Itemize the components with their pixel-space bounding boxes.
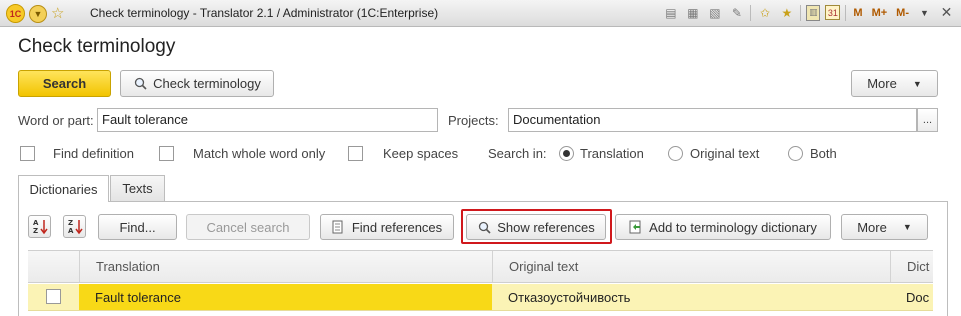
m-plus-icon[interactable]: M+ <box>870 4 890 21</box>
add-to-dictionary-label: Add to terminology dictionary <box>649 219 817 235</box>
chevron-down-icon: ▼ <box>912 78 922 89</box>
sort-ascending-button[interactable]: AZ <box>28 215 51 238</box>
check-terminology-label: Check terminology <box>153 76 261 91</box>
tab-dictionaries[interactable]: Dictionaries <box>18 175 109 202</box>
svg-text:Z: Z <box>33 227 38 235</box>
row-checkbox[interactable] <box>46 289 61 304</box>
show-references-button[interactable]: Show references <box>466 214 606 240</box>
sort-descending-icon: ZA <box>67 218 83 235</box>
column-dictionary-label: Dict <box>907 259 930 274</box>
sort-ascending-icon: AZ <box>32 218 48 235</box>
panel-more-button[interactable]: More ▼ <box>841 214 928 240</box>
print-preview-icon[interactable]: ▧ <box>706 4 723 21</box>
menu-dropdown-icon[interactable]: ▼ <box>916 4 933 21</box>
references-icon <box>332 220 346 234</box>
cancel-search-button[interactable]: Cancel search <box>186 214 310 240</box>
add-favorite-icon[interactable]: ✩ <box>756 4 773 21</box>
projects-input[interactable]: Documentation <box>508 108 917 132</box>
toolbar-separator <box>750 4 752 21</box>
find-button-label: Find... <box>119 219 156 235</box>
radio-original-text-label: Original text <box>690 146 760 161</box>
projects-input-value: Documentation <box>513 112 601 127</box>
match-whole-word-label: Match whole word only <box>193 146 326 161</box>
show-references-label: Show references <box>497 219 595 235</box>
m-icon[interactable]: M <box>851 4 864 21</box>
column-header-translation[interactable]: Translation <box>79 251 492 282</box>
radio-original-text[interactable] <box>668 146 683 161</box>
panel-more-label: More <box>857 219 887 235</box>
add-dictionary-icon <box>629 220 643 234</box>
calendar-icon[interactable]: 31 <box>825 5 841 20</box>
grid-header: Translation Original text Dict <box>28 250 933 283</box>
find-definition-checkbox[interactable] <box>20 146 35 161</box>
favorites-icon[interactable]: ★ <box>778 4 795 21</box>
print-icon[interactable]: ▦ <box>684 4 701 21</box>
tab-texts-label: Texts <box>122 181 153 196</box>
keep-spaces-checkbox[interactable] <box>348 146 363 161</box>
radio-translation-label: Translation <box>580 146 644 161</box>
find-definition-label: Find definition <box>53 146 134 161</box>
search-button[interactable]: Search <box>18 70 111 97</box>
word-input[interactable]: Fault tolerance <box>97 108 438 132</box>
column-header-dictionary[interactable]: Dict <box>890 251 933 282</box>
page-title: Check terminology <box>18 36 176 57</box>
projects-label: Projects: <box>448 113 499 128</box>
word-label: Word or part: <box>18 113 94 128</box>
find-button[interactable]: Find... <box>98 214 177 240</box>
toolbar-separator <box>800 4 802 21</box>
search-button-label: Search <box>42 76 87 91</box>
cell-original[interactable]: Отказоустойчивость <box>492 284 890 310</box>
cell-original-text: Отказоустойчивость <box>508 289 631 305</box>
svg-text:A: A <box>33 219 39 227</box>
cell-translation[interactable]: Fault tolerance <box>79 284 492 310</box>
more-button[interactable]: More ▼ <box>851 70 938 97</box>
toolbar-separator <box>845 4 847 21</box>
search-in-label: Search in: <box>488 146 547 161</box>
title-bar: 1С ▼ ☆ Check terminology - Translator 2.… <box>0 0 961 27</box>
radio-both-label: Both <box>810 146 837 161</box>
word-input-value: Fault tolerance <box>102 112 188 127</box>
radio-both[interactable] <box>788 146 803 161</box>
add-to-dictionary-button[interactable]: Add to terminology dictionary <box>615 214 831 240</box>
panel-right-edge <box>948 250 961 316</box>
column-translation-label: Translation <box>96 259 160 274</box>
m-minus-icon[interactable]: M- <box>894 4 911 21</box>
calculator-icon[interactable]: ▥ <box>806 4 821 21</box>
projects-select-button[interactable]: ... <box>917 108 938 132</box>
cell-dictionary-text: Doc <box>906 289 930 305</box>
window-title: Check terminology - Translator 2.1 / Adm… <box>90 6 439 20</box>
close-icon[interactable]: ✕ <box>938 4 955 21</box>
magnifier-icon <box>477 220 491 234</box>
tab-texts[interactable]: Texts <box>110 175 165 201</box>
more-button-label: More <box>867 76 897 91</box>
grid-header-check <box>28 251 79 282</box>
check-terminology-button[interactable]: Check terminology <box>120 70 274 97</box>
find-references-label: Find references <box>351 219 443 235</box>
find-references-button[interactable]: Find references <box>320 214 454 240</box>
match-whole-word-checkbox[interactable] <box>159 146 174 161</box>
magnifier-icon <box>133 77 147 91</box>
keep-spaces-label: Keep spaces <box>383 146 459 161</box>
favorite-star-icon[interactable]: ☆ <box>51 5 64 23</box>
cell-dictionary[interactable]: Doc <box>890 284 933 310</box>
cell-translation-text: Fault tolerance <box>95 289 181 305</box>
save-icon[interactable]: ▤ <box>662 4 679 21</box>
app-logo-icon[interactable]: 1С <box>6 4 25 23</box>
column-original-label: Original text <box>509 259 579 274</box>
column-header-original[interactable]: Original text <box>492 251 890 282</box>
sort-descending-button[interactable]: ZA <box>63 215 86 238</box>
cancel-search-label: Cancel search <box>206 219 290 235</box>
radio-translation[interactable] <box>559 146 574 161</box>
attachment-icon[interactable]: ✎ <box>728 4 745 21</box>
main-menu-icon[interactable]: ▼ <box>29 4 47 23</box>
tab-dictionaries-label: Dictionaries <box>29 181 98 197</box>
table-row[interactable]: Fault tolerance Отказоустойчивость Doc <box>28 284 933 311</box>
svg-text:Z: Z <box>68 219 73 227</box>
chevron-down-icon: ▼ <box>902 222 912 232</box>
svg-text:A: A <box>68 227 74 235</box>
